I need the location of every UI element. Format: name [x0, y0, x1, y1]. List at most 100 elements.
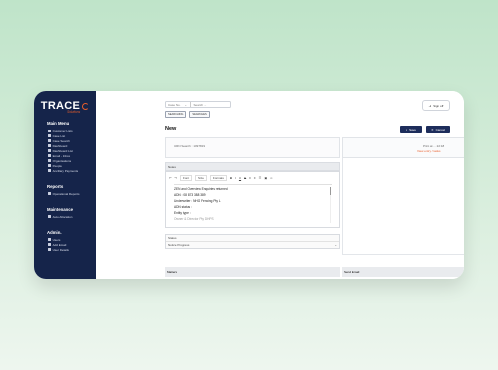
sign-off-label: Sign off: [433, 103, 444, 108]
logo: TRACE Solutions: [34, 101, 96, 114]
strike-icon[interactable]: S: [244, 176, 246, 180]
sidebar-item-label: Add Email: [52, 242, 67, 247]
sidebar-item-organisations[interactable]: Organisations: [48, 159, 96, 163]
maintenance-title: Maintenance: [47, 206, 74, 212]
status-value: Notice Progress: [168, 243, 190, 247]
send-email-header: Send Email: [342, 267, 464, 277]
chevron-down-icon: ⌄: [334, 243, 337, 247]
urn-panel: URN Search : 1097819: [165, 137, 340, 158]
sidebar-item-auto-allocation[interactable]: Auto Allocation: [48, 215, 96, 219]
right-empty-panel: [342, 158, 464, 255]
sidebar-item-label: Organisations: [52, 158, 72, 163]
redo-icon[interactable]: ↷: [175, 176, 178, 180]
save-button[interactable]: ▪ Save: [400, 126, 422, 133]
sidebar-item-operational-reports[interactable]: Operational Reports: [48, 192, 96, 196]
sidebar-item-label: Operational Reports: [52, 191, 80, 196]
sidebar-item-user-details[interactable]: User Details: [48, 248, 96, 252]
payment-icon: [48, 169, 51, 172]
sidebar-item-case-search[interactable]: Case Search: [48, 139, 96, 143]
building-icon: [48, 159, 51, 162]
search-icon: [48, 139, 51, 143]
sidebar-item-label: Case Search: [52, 138, 70, 143]
underline-icon[interactable]: U: [239, 176, 241, 180]
editor-content[interactable]: ZEN and Overview Enquiries returned ADN …: [174, 184, 332, 227]
image-icon[interactable]: ▣: [264, 176, 267, 180]
status-block: Status Notice Progress ⌄: [165, 234, 340, 249]
undo-icon[interactable]: ↶: [169, 176, 172, 180]
format-select[interactable]: Formats: [209, 175, 227, 181]
sign-off-button[interactable]: ⇥ Sign off: [422, 100, 450, 111]
sidebar-item-dashboard-list[interactable]: Dashboard List: [48, 149, 96, 153]
chevron-down-icon: ⌄: [184, 102, 188, 107]
sidebar: TRACE Solutions Main Menu Customer Lists…: [34, 91, 96, 279]
sidebar-item-label: People: [52, 163, 62, 168]
print-info: Print at ... 22:18: [423, 144, 445, 148]
editor-toolbar: ↶ ↷ Font Size Formats B I U S ≡ ≡ ☰ ▣ ∞: [166, 172, 339, 184]
reports-title: Reports: [47, 183, 64, 189]
sidebar-item-customer-lists[interactable]: Customer Lists: [48, 129, 96, 133]
sidebar-item-label: Case List: [52, 133, 66, 138]
tab-searching[interactable]: SEARCHING: [165, 111, 187, 118]
list-icon: [48, 129, 51, 133]
sidebar-item-email-inbox[interactable]: Email - Inbox: [48, 154, 96, 158]
tabs: SEARCHING SEARCHES: [165, 111, 210, 118]
admin-title: Admin.: [47, 229, 62, 235]
report-icon: [48, 192, 51, 195]
align-left-icon[interactable]: ≡: [249, 176, 251, 180]
sidebar-item-ancillary-payments[interactable]: Ancillary Payments: [48, 169, 96, 173]
sidebar-item-people[interactable]: People: [48, 164, 96, 168]
urn-text: URN Search : 1097819: [174, 144, 206, 148]
sidebar-item-label: User Details: [52, 247, 69, 252]
right-column: Print at ... 22:18 View entry / tasks: [342, 137, 464, 255]
mail-icon: [48, 243, 51, 246]
view-entry-link[interactable]: View entry / tasks: [417, 149, 440, 153]
print-panel: Print at ... 22:18 View entry / tasks: [342, 137, 464, 158]
user-icon: [48, 238, 51, 241]
close-icon: ✕: [431, 127, 434, 132]
main-menu-title: Main Menu: [47, 121, 70, 126]
page-title: New: [165, 126, 177, 132]
editor-scrollbar[interactable]: [329, 187, 331, 223]
sidebar-item-label: Email - Inbox: [52, 153, 71, 158]
font-select[interactable]: Font: [180, 175, 193, 181]
cancel-button[interactable]: ✕ Cancel: [426, 126, 450, 133]
save-label: Save: [409, 127, 416, 132]
gear-icon: [48, 215, 51, 218]
save-icon: ▪: [406, 127, 408, 132]
search-type-select[interactable]: Case No.: [168, 103, 181, 107]
list-icon[interactable]: ☰: [259, 176, 262, 180]
list-icon: [48, 149, 51, 153]
sidebar-item-dashboard[interactable]: Dashboard: [48, 144, 96, 148]
list-icon: [48, 134, 51, 138]
link-icon[interactable]: ∞: [270, 176, 272, 180]
user-icon: [48, 248, 51, 251]
editor-line: Owner & Director Pty DHPS: [174, 216, 214, 221]
bold-icon[interactable]: B: [230, 176, 232, 180]
app-window: TRACE Solutions Main Menu Customer Lists…: [34, 91, 464, 279]
italic-icon[interactable]: I: [235, 176, 236, 180]
matters-header: Matters: [165, 267, 340, 277]
cancel-label: Cancel: [435, 127, 445, 132]
sign-off-icon: ⇥: [428, 103, 432, 108]
search-bar[interactable]: Case No. ⌄ Search ...: [165, 101, 231, 108]
notes-editor[interactable]: ↶ ↷ Font Size Formats B I U S ≡ ≡ ☰ ▣ ∞ …: [165, 171, 340, 228]
logo-mark-icon: [82, 103, 90, 110]
align-center-icon[interactable]: ≡: [254, 176, 256, 180]
sidebar-item-label: Ancillary Payments: [52, 168, 79, 173]
sidebar-item-label: Dashboard List: [52, 148, 73, 153]
size-select[interactable]: Size: [195, 175, 207, 181]
sidebar-item-label: Users: [52, 237, 61, 242]
person-icon: [48, 164, 51, 167]
status-select[interactable]: Notice Progress ⌄: [166, 241, 339, 248]
search-input[interactable]: Search ...: [194, 103, 207, 107]
main-area: Case No. ⌄ Search ... ⇥ Sign off SEARCHI…: [96, 91, 464, 279]
sidebar-item-label: Auto Allocation: [52, 214, 73, 219]
sidebar-item-users[interactable]: Users: [48, 238, 96, 242]
mail-icon: [48, 154, 51, 158]
sidebar-item-case-list[interactable]: Case List: [48, 134, 96, 138]
sidebar-item-add-email[interactable]: Add Email: [48, 243, 96, 247]
tab-searches[interactable]: SEARCHES: [189, 111, 210, 118]
dashboard-icon: [48, 144, 51, 148]
sidebar-item-label: Customer Lists: [52, 128, 73, 133]
notes-header: Notes: [165, 162, 340, 171]
